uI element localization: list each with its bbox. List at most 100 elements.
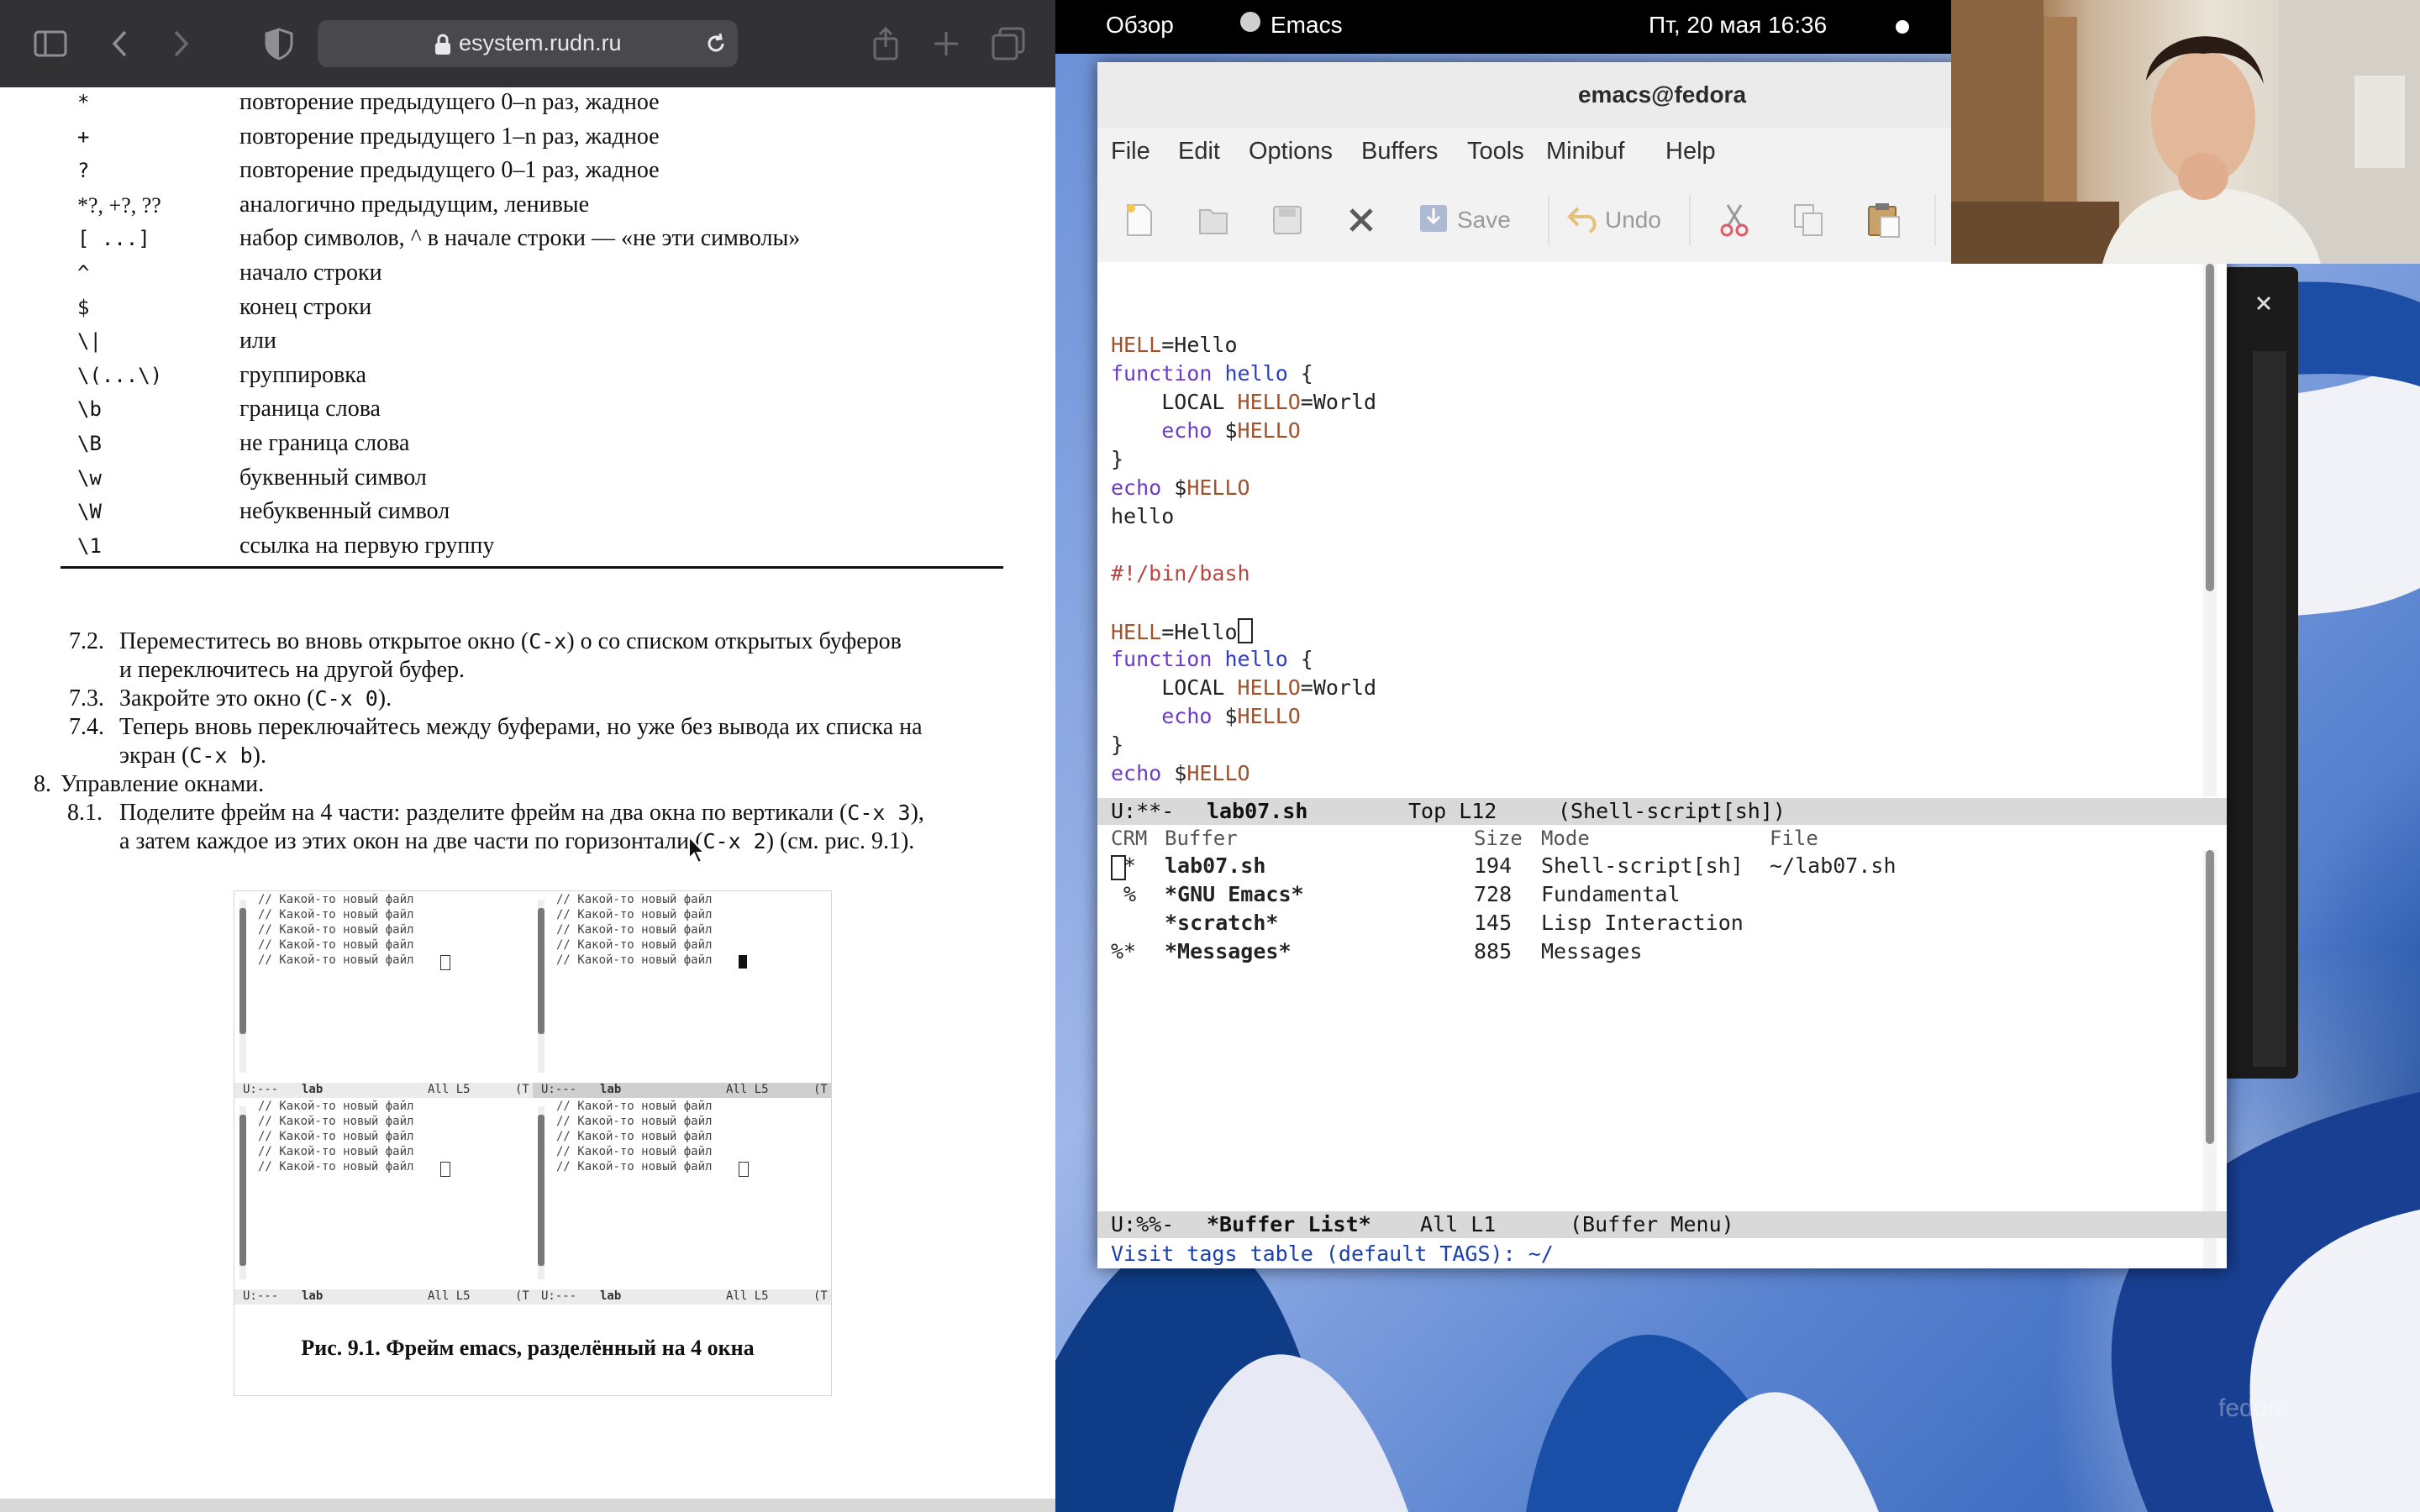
regex-symbol: \(...\) [77, 363, 163, 387]
code-line: HELL=Hello [1111, 618, 1253, 644]
buffer-crm [1111, 911, 1149, 935]
clock[interactable]: Пт, 20 мая 16:36 [1649, 12, 1827, 39]
figure-line: // Какой-то новый файл [556, 1145, 713, 1158]
menu-buffers[interactable]: Buffers [1361, 138, 1438, 165]
save-label[interactable]: Save [1457, 207, 1511, 234]
text-cursor [1237, 618, 1253, 643]
background-window[interactable] [2223, 267, 2298, 1079]
figure-line: // Какой-то новый файл [258, 893, 414, 906]
figure-line: // Какой-то новый файл [258, 1160, 414, 1173]
horizontal-scrollbar[interactable] [0, 1499, 1055, 1512]
privacy-shield-icon[interactable] [260, 25, 297, 62]
reload-icon[interactable] [704, 32, 728, 55]
document-page: * повторение предыдущего 0–n раз, жадное +… [0, 87, 1055, 1499]
step-number: 8.1. [67, 800, 103, 826]
regex-description: буквенный символ [239, 464, 427, 491]
buffer-list-row[interactable]: * lab07.sh 194 Shell-script[sh] ~/lab07.sh [1097, 853, 2198, 880]
regex-symbol: ? [77, 159, 90, 183]
text-cursor [1111, 855, 1126, 880]
forward-icon[interactable] [161, 25, 198, 62]
modeline-top: U:**- lab07.sh Top L12 (Shell-script[sh]… [1097, 798, 2227, 825]
code-scrollbar[interactable] [2203, 264, 2217, 796]
regex-symbol: [ ...] [77, 227, 150, 251]
webcam-overlay [1951, 0, 2420, 264]
buffer-list-row[interactable]: % *GNU Emacs* 728 Fundamental [1097, 882, 2198, 909]
buffer-size: 885 [1474, 939, 1512, 963]
regex-description: повторение предыдущего 0–1 раз, жадное [239, 157, 660, 184]
figure-pane: // Какой-то новый файл // Какой-то новый … [234, 1098, 533, 1305]
section-number: 8. [34, 771, 51, 797]
buffer-list-header: CRM Buffer Size Mode File [1111, 827, 1818, 850]
code-line: } [1111, 447, 1124, 471]
figure-line: // Какой-то новый файл [258, 923, 414, 937]
menu-tools[interactable]: Tools [1467, 138, 1524, 165]
close-buffer-icon[interactable] [1344, 203, 1378, 237]
minibuffer[interactable]: Visit tags table (default TAGS): ~/ [1097, 1238, 2227, 1268]
new-tab-icon[interactable] [928, 25, 965, 62]
address-bar[interactable]: esystem.rudn.ru [318, 20, 738, 67]
code-line: hello [1111, 504, 1175, 528]
figure-line: // Какой-то новый файл [556, 1115, 713, 1128]
buffer-size: 728 [1474, 882, 1512, 906]
figure-modeline: U:--- lab All L5 (T [533, 1289, 831, 1305]
regex-symbol: \| [77, 329, 102, 354]
regex-symbol: \W [77, 500, 102, 524]
code-line: LOCAL HELLO=World [1111, 390, 1377, 414]
code-line: echo $HELLO [1111, 761, 1250, 785]
figure-pane: // Какой-то новый файл// Какой-то новый … [533, 891, 831, 1098]
tab-overview-icon[interactable] [990, 25, 1027, 62]
regex-symbol: + [77, 124, 90, 149]
recording-indicator-icon [1896, 20, 1909, 34]
undo-icon[interactable] [1566, 203, 1602, 234]
menu-options[interactable]: Options [1249, 138, 1333, 165]
buffer-list-row[interactable]: *scratch* 145 Lisp Interaction [1097, 911, 2198, 937]
buffer-list-scrollbar[interactable] [2203, 850, 2217, 1268]
regex-symbol: \w [77, 465, 102, 490]
menu-help[interactable]: Help [1665, 138, 1716, 165]
step-text: и переключитесь на другой буфер. [119, 657, 465, 683]
lock-icon [435, 34, 450, 55]
cut-icon[interactable] [1718, 202, 1751, 239]
buffer-size: 194 [1474, 853, 1512, 878]
regex-symbol: \1 [77, 533, 102, 558]
url-text: esystem.rudn.ru [459, 30, 622, 55]
code-line: echo $HELLO [1161, 418, 1301, 443]
buffer-name: *Buffer List* [1207, 1212, 1371, 1236]
figure-line: // Какой-то новый файл [556, 1100, 713, 1113]
figure-line: // Какой-то новый файл [258, 1130, 414, 1143]
open-file-icon[interactable] [1197, 202, 1230, 239]
close-icon[interactable] [2254, 294, 2273, 312]
step-text: Теперь вновь переключайтесь между буфера… [119, 714, 923, 740]
figure-line: // Какой-то новый файл [258, 938, 414, 952]
buffer-list: * lab07.sh 194 Shell-script[sh] ~/lab07.sh … [1097, 853, 2198, 1268]
code-line: #!/bin/bash [1111, 561, 1250, 585]
paste-icon[interactable] [1865, 200, 1902, 239]
cursor [739, 1162, 749, 1177]
buffer-list-row[interactable]: %* *Messages* 885 Messages [1097, 939, 2198, 966]
cursor [739, 955, 747, 969]
save-disk-icon[interactable] [1270, 202, 1304, 239]
figure-line: // Какой-то новый файл [258, 953, 414, 967]
activities-button[interactable]: Обзор [1106, 12, 1174, 39]
menu-file[interactable]: File [1111, 138, 1150, 165]
copy-icon[interactable] [1791, 202, 1825, 239]
buffer-mode: Shell-script[sh] [1541, 853, 1744, 878]
back-icon[interactable] [103, 25, 139, 62]
figure-modeline: U:--- lab All L5 (T [234, 1083, 533, 1098]
code-editor[interactable]: HELL=Hello function hello { LOCAL HELLO=W… [1097, 262, 2198, 798]
regex-description: повторение предыдущего 1–n раз, жадное [239, 123, 660, 150]
figure-line: // Какой-то новый файл [258, 1145, 414, 1158]
app-menu[interactable]: Emacs [1270, 12, 1343, 39]
figure-modeline: U:--- lab All L5 (T [234, 1289, 533, 1305]
share-icon[interactable] [867, 25, 904, 62]
save-icon[interactable] [1417, 202, 1450, 235]
buffer-mode: Lisp Interaction [1541, 911, 1744, 935]
sidebar-icon[interactable] [32, 25, 69, 62]
menu-minibuf[interactable]: Minibuf [1546, 138, 1625, 165]
new-file-icon[interactable] [1123, 202, 1156, 239]
undo-label[interactable]: Undo [1605, 207, 1661, 234]
figure-line: // Какой-то новый файл [556, 1160, 713, 1173]
menu-edit[interactable]: Edit [1178, 138, 1220, 165]
step-text: Закройте это окно (C-x 0). [119, 685, 392, 711]
buffer-crm: %* [1111, 939, 1150, 963]
